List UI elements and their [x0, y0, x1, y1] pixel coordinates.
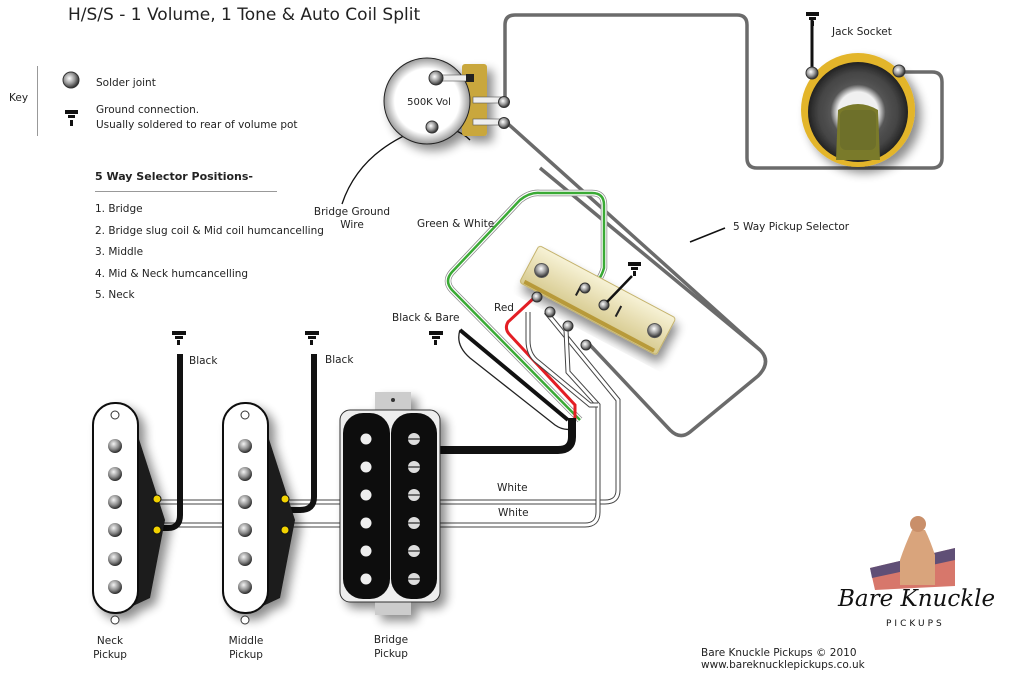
brand-logo-subtext: PICKUPS — [886, 619, 945, 629]
neck-pickup-label-line2: Pickup — [93, 649, 127, 661]
selector-position-item: 1. Bridge — [95, 203, 143, 215]
footer-url-link[interactable]: www.bareknucklepickups.co.uk — [701, 659, 865, 671]
jack-solder-joint — [892, 64, 906, 78]
page-title: H/S/S - 1 Volume, 1 Tone & Auto Coil Spl… — [68, 5, 421, 25]
selector-solder-joint — [531, 291, 543, 303]
pickup-selector-label: 5 Way Pickup Selector — [733, 221, 850, 233]
middle-black-wire-label: Black — [325, 354, 354, 366]
bridge-pickup-label-line1: Bridge — [373, 634, 409, 646]
neck-solder-joint — [152, 525, 162, 535]
footer-copyright: Bare Knuckle Pickups © 2010 — [701, 647, 857, 659]
key-ground-icon — [65, 110, 78, 126]
selector-positions-divider — [95, 191, 277, 192]
bridge-ground-wire-label-line1: Bridge Ground — [313, 206, 391, 218]
green-white-wire-label: Green & White — [417, 218, 495, 230]
pot-solder-joint — [428, 70, 444, 86]
key-ground-text-line2: Usually soldered to rear of volume pot — [96, 119, 298, 131]
volume-pot-label: 500K Vol — [407, 97, 451, 108]
red-wire-label: Red — [494, 302, 514, 314]
selector-positions-list: 1. Bridge 2. Bridge slug coil & Mid coil… — [95, 203, 324, 311]
selector-ground-icon — [628, 262, 641, 276]
selector-positions-heading: 5 Way Selector Positions- — [95, 170, 253, 183]
wiring-diagram: 500K Vol Jack Socket — [62, 12, 955, 625]
jack-socket-label: Jack Socket — [831, 26, 892, 38]
neck-pickup-label-line1: Neck — [96, 635, 124, 647]
middle-pickup-label-line1: Middle — [228, 635, 264, 647]
middle-solder-joint — [280, 494, 290, 504]
selector-position-item: 4. Mid & Neck humcancelling — [95, 267, 249, 280]
selector-solder-joint — [562, 320, 574, 332]
pot-solder-joint — [498, 117, 510, 129]
pot-solder-joint — [425, 120, 439, 134]
white-wire-upper-label: White — [497, 482, 528, 494]
middle-solder-joint — [280, 525, 290, 535]
black-bare-wire-label: Black & Bare — [392, 312, 460, 324]
bridge-pickup-label-line2: Pickup — [374, 648, 408, 660]
middle-black-wire — [290, 354, 317, 513]
key-solder-joint-icon — [62, 71, 80, 89]
neck-pickup — [92, 402, 165, 614]
jack-solder-joint — [805, 66, 819, 80]
neck-black-wire-label: Black — [189, 355, 218, 367]
neck-ground-icon — [172, 331, 186, 345]
bridge-ground-wire-label-line2: Wire — [340, 219, 364, 231]
pot-solder-joint — [498, 96, 510, 108]
bridge-pickup — [339, 392, 441, 615]
bridge-ground-icon — [429, 331, 443, 345]
key-solder-joint-text: Solder joint — [96, 77, 156, 89]
middle-pickup-label-line2: Pickup — [229, 649, 263, 661]
key-divider — [37, 66, 38, 136]
selector-solder-joint — [580, 339, 592, 351]
brand-logo-text: Bare Knuckle — [838, 586, 996, 612]
selector-position-item: 5. Neck — [95, 289, 135, 301]
selector-solder-joint — [544, 306, 556, 318]
key-label: Key — [9, 92, 29, 104]
middle-pickup — [222, 402, 295, 614]
middle-ground-icon — [305, 331, 319, 345]
selector-position-item: 2. Bridge slug coil & Mid coil humcancel… — [95, 224, 324, 237]
key-ground-text-line1: Ground connection. — [96, 104, 200, 116]
selector-pointer-line — [689, 227, 726, 243]
brand-logo-illustration — [870, 516, 955, 590]
neck-solder-joint — [152, 494, 162, 504]
white-wire-lower-label: White — [498, 507, 529, 519]
footer: Bare Knuckle Pickups © 2010 www.bareknuc… — [701, 647, 1024, 671]
selector-solder-joint — [579, 282, 591, 294]
selector-position-item: 3. Middle — [95, 246, 144, 258]
jack-ground-icon — [806, 12, 819, 26]
